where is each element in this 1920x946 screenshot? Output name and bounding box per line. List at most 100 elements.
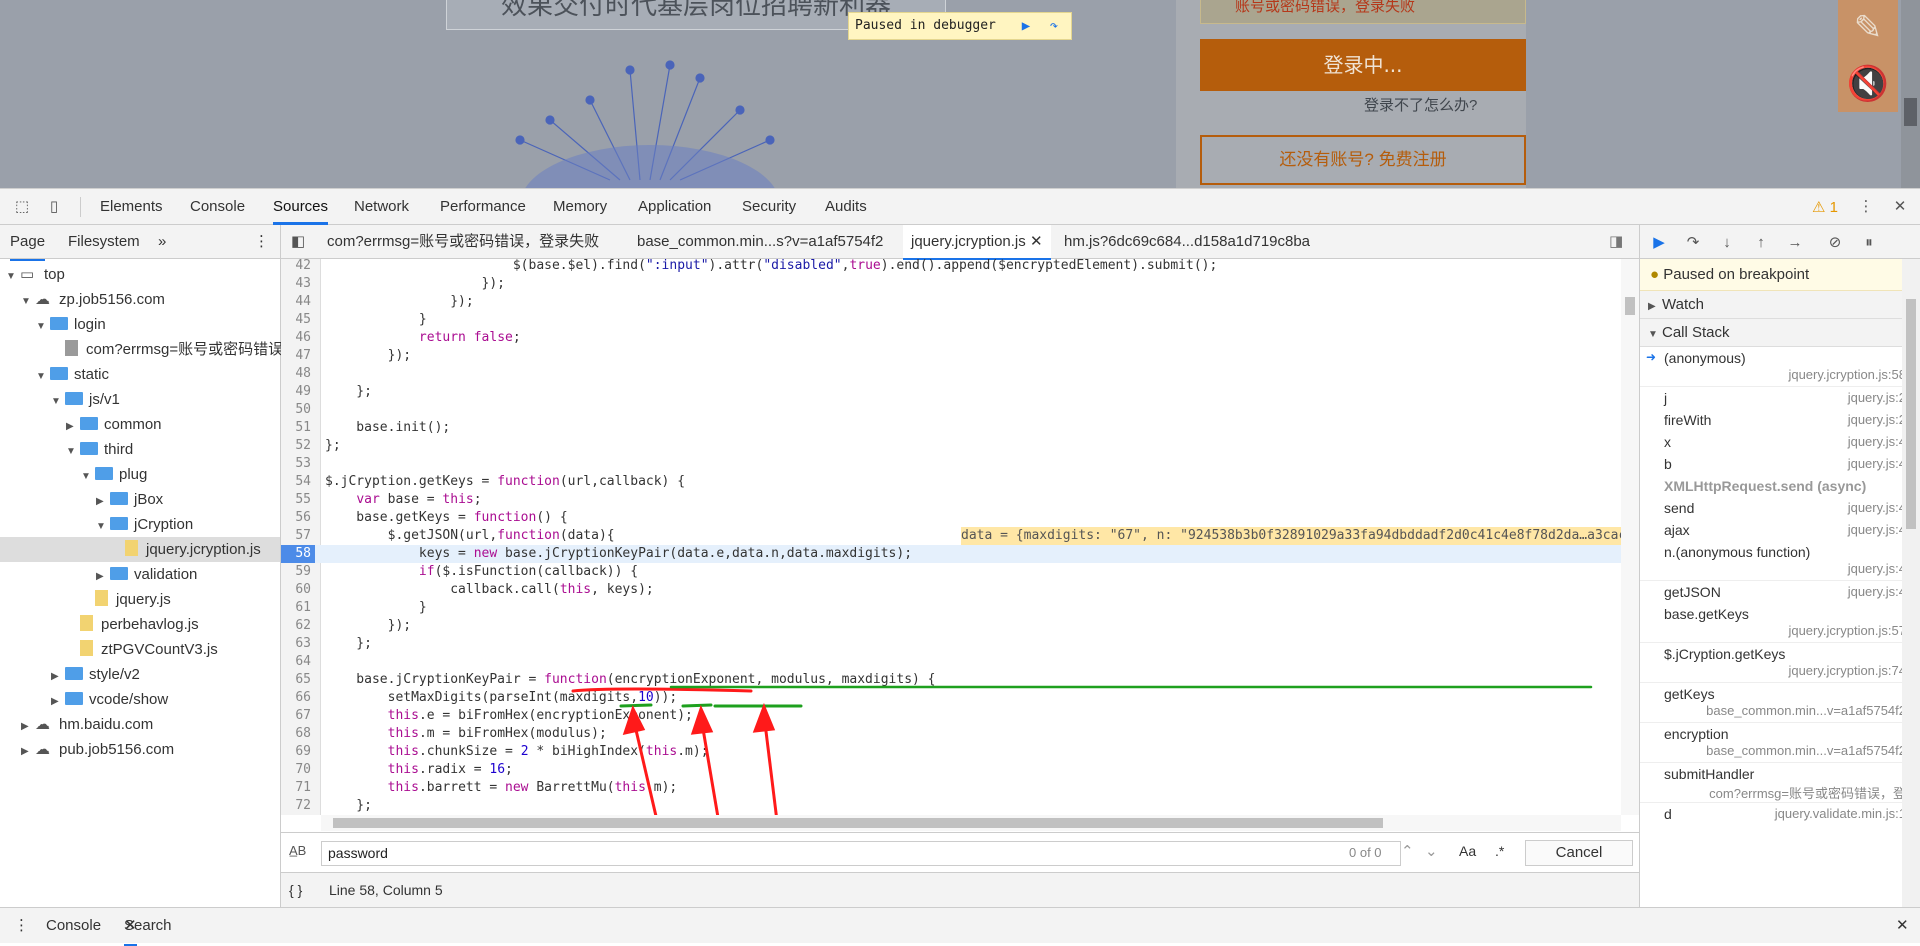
call-frame[interactable]: getKeys base_common.min...v=a1af5754f2 <box>1640 683 1920 723</box>
call-frame[interactable]: getJSON jquery.js:4 <box>1640 581 1920 603</box>
tab-sources[interactable]: Sources <box>273 189 329 225</box>
code-line[interactable]: 43 }); <box>281 275 1621 293</box>
drawer-menu-icon[interactable]: ⋮ <box>14 908 29 944</box>
search-input[interactable]: password <box>321 841 1401 866</box>
call-frame[interactable]: ajax jquery.js:4 <box>1640 519 1920 541</box>
code-line[interactable]: 53 <box>281 455 1621 473</box>
tree-item[interactable]: ▶ style/v2 <box>51 662 140 687</box>
mute-icon[interactable]: 🔇 <box>1838 56 1898 112</box>
cancel-button[interactable]: Cancel <box>1525 840 1633 866</box>
tree-item[interactable]: ztPGVCountV3.js <box>66 637 218 662</box>
watch-section[interactable]: ▶ Watch <box>1640 291 1920 319</box>
edit-icon[interactable]: ✎ <box>1838 0 1898 56</box>
tree-item[interactable]: jquery.js <box>81 587 171 612</box>
code-line[interactable]: 56 base.getKeys = function() { <box>281 509 1621 527</box>
line-number[interactable]: 72 <box>281 797 315 815</box>
tree-item[interactable]: ▼ js/v1 <box>51 387 120 412</box>
code-line[interactable]: 45 } <box>281 311 1621 329</box>
call-frame[interactable]: send jquery.js:4 <box>1640 497 1920 519</box>
line-number[interactable]: 53 <box>281 455 315 473</box>
line-number[interactable]: 45 <box>281 311 315 329</box>
line-number[interactable]: 71 <box>281 779 315 797</box>
line-number[interactable]: 54 <box>281 473 315 491</box>
line-number[interactable]: 66 <box>281 689 315 707</box>
tree-item[interactable]: ▶ vcode/show <box>51 687 168 712</box>
tree-item[interactable]: ▼ plug <box>81 462 147 487</box>
code-line[interactable]: 47 }); <box>281 347 1621 365</box>
line-number[interactable]: 70 <box>281 761 315 779</box>
tree-item[interactable]: ▼ third <box>66 437 133 462</box>
code-line[interactable]: 52}; <box>281 437 1621 455</box>
step-icon[interactable]: → <box>1784 233 1806 253</box>
resume-icon[interactable]: ▶︎ <box>1648 233 1670 253</box>
line-number[interactable]: 63 <box>281 635 315 653</box>
call-frame[interactable]: fireWith jquery.js:2 <box>1640 409 1920 431</box>
register-button[interactable]: 还没有账号? 免费注册 <box>1200 135 1526 185</box>
code-line[interactable]: 50 <box>281 401 1621 419</box>
code-line[interactable]: 55 var base = this; <box>281 491 1621 509</box>
call-stack-section[interactable]: ▼ Call Stack <box>1640 319 1920 347</box>
line-number[interactable]: 58 <box>281 545 315 563</box>
tree-item[interactable]: ▶ common <box>66 412 162 437</box>
deactivate-breakpoints-icon[interactable]: ⊘ <box>1824 233 1846 253</box>
tab-page[interactable]: Page <box>10 225 46 261</box>
regex-toggle[interactable]: .* <box>1495 843 1504 859</box>
tab-application[interactable]: Application <box>638 189 711 225</box>
inspect-icon[interactable]: ⬚ <box>12 197 32 217</box>
step-into-icon[interactable]: ↓ <box>1716 233 1738 253</box>
line-number[interactable]: 49 <box>281 383 315 401</box>
tree-item[interactable]: ▼ jCryption <box>96 512 193 537</box>
code-line[interactable]: 54 $.jCryption.getKeys = function(url,cal… <box>281 473 1621 491</box>
code-line[interactable]: 44 }); <box>281 293 1621 311</box>
warning-badge[interactable]: ⚠ 1 <box>1812 198 1838 216</box>
tree-item[interactable]: com?errmsg=账号或密码错误 <box>51 337 283 362</box>
call-frame[interactable]: base.getKeys jquery.jcryption.js:57 <box>1640 603 1920 643</box>
code-line[interactable]: 63 }; <box>281 635 1621 653</box>
close-devtools-icon[interactable]: ✕ <box>1890 197 1910 217</box>
file-tab-jcryption[interactable]: jquery.jcryption.js ✕ <box>903 225 1051 260</box>
code-line[interactable]: 59 if($.isFunction(callback)) { <box>281 563 1621 581</box>
tree-item[interactable]: ▼ static <box>36 362 109 387</box>
code-line[interactable]: 69 this.chunkSize = 2 * biHighIndex(this… <box>281 743 1621 761</box>
replace-toggle-icon[interactable]: A̲B <box>289 843 306 858</box>
call-frame[interactable]: x jquery.js:4 <box>1640 431 1920 453</box>
line-number[interactable]: 44 <box>281 293 315 311</box>
line-number[interactable]: 47 <box>281 347 315 365</box>
code-line[interactable]: 67 this.e = biFromHex(encryptionExponent… <box>281 707 1621 725</box>
code-line[interactable]: 48 <box>281 365 1621 383</box>
more-tabs-icon[interactable]: » <box>158 225 166 259</box>
page-scrollbar[interactable] <box>1901 0 1920 188</box>
step-over-icon[interactable]: ↷ <box>1682 233 1704 253</box>
line-number[interactable]: 68 <box>281 725 315 743</box>
tree-item[interactable]: ▶ ☁ pub.job5156.com <box>21 737 174 762</box>
line-number[interactable]: 43 <box>281 275 315 293</box>
call-frame[interactable]: j jquery.js:2 <box>1640 387 1920 409</box>
search-next-icon[interactable]: ⌄ <box>1425 842 1438 860</box>
code-line[interactable]: 57 $.getJSON(url,function(data){data = {… <box>281 527 1621 545</box>
close-tab-icon[interactable]: ✕ <box>1030 233 1043 250</box>
device-toolbar-icon[interactable]: ▯ <box>44 197 64 217</box>
toggle-navigator-icon[interactable]: ◧ <box>291 225 305 259</box>
line-number[interactable]: 52 <box>281 437 315 455</box>
code-line[interactable]: 60 callback.call(this, keys); <box>281 581 1621 599</box>
line-number[interactable]: 62 <box>281 617 315 635</box>
tab-elements[interactable]: Elements <box>100 189 163 225</box>
file-tab-base-common[interactable]: base_common.min...s?v=a1af5754f2 <box>637 225 883 259</box>
close-drawer-icon[interactable]: ✕ <box>1896 908 1909 944</box>
tab-console[interactable]: Console <box>190 189 245 225</box>
tree-item[interactable]: ▼ ☁ zp.job5156.com <box>21 287 165 312</box>
line-number[interactable]: 42 <box>281 259 315 275</box>
line-number[interactable]: 46 <box>281 329 315 347</box>
code-line[interactable]: 51 base.init(); <box>281 419 1621 437</box>
code-line[interactable]: 61 } <box>281 599 1621 617</box>
tab-network[interactable]: Network <box>354 189 409 225</box>
code-line[interactable]: 58 keys = new base.jCryptionKeyPair(data… <box>281 545 1621 563</box>
pause-on-exceptions-icon[interactable]: ⏸ <box>1858 233 1880 253</box>
tree-item[interactable]: jquery.jcryption.js <box>0 537 280 562</box>
call-frame[interactable]: submitHandler com?errmsg=账号或密码错误，登 <box>1640 763 1920 803</box>
call-frame[interactable]: n.(anonymous function) jquery.js:4 <box>1640 541 1920 581</box>
navigator-menu-icon[interactable]: ⋮ <box>254 225 269 259</box>
line-number[interactable]: 65 <box>281 671 315 689</box>
line-number[interactable]: 56 <box>281 509 315 527</box>
tree-item[interactable]: ▼ login <box>36 312 106 337</box>
